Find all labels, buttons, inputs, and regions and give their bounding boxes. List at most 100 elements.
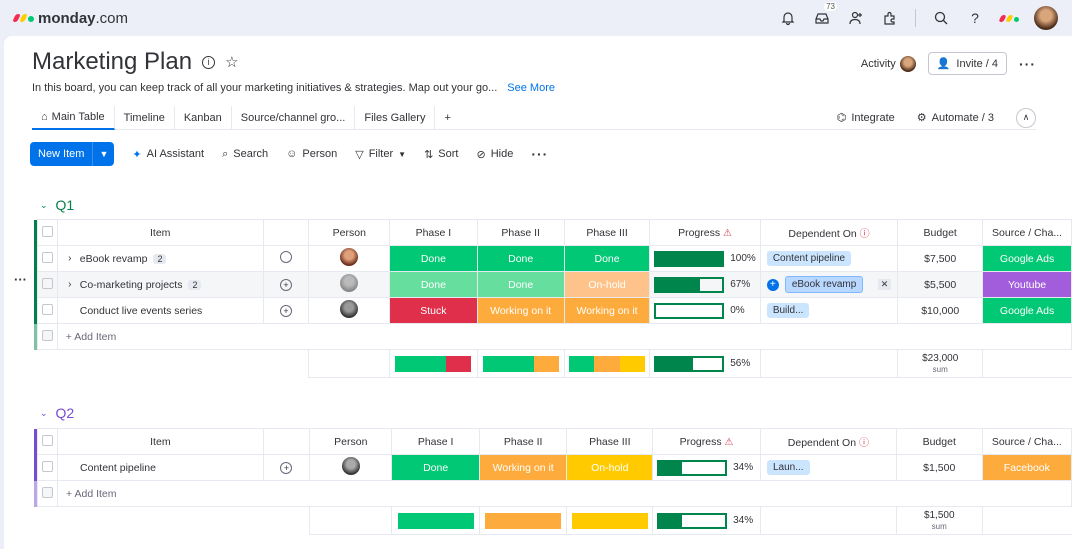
dependency-chip[interactable]: Content pipeline bbox=[766, 251, 852, 266]
updates-cell[interactable]: + bbox=[262, 454, 311, 481]
person-avatar[interactable] bbox=[340, 248, 359, 266]
ai-assistant-button[interactable]: ✦ AI Assistant bbox=[132, 148, 204, 161]
add-update-icon[interactable]: + bbox=[280, 278, 293, 291]
chevron-right-icon[interactable]: › bbox=[66, 279, 74, 290]
person-cell[interactable] bbox=[308, 245, 391, 272]
column-header-progress[interactable]: Progress ⚠ bbox=[652, 428, 761, 455]
subitem-count[interactable]: 2 bbox=[188, 279, 202, 290]
column-header-budget[interactable]: Budget bbox=[895, 428, 983, 455]
person-filter-button[interactable]: ☺ Person bbox=[286, 148, 337, 160]
conversation-icon[interactable] bbox=[280, 251, 293, 263]
column-header-phase1[interactable]: Phase I bbox=[389, 219, 478, 246]
phase3-cell[interactable]: Done bbox=[563, 245, 651, 272]
phase3-cell[interactable]: Working on it bbox=[563, 297, 651, 324]
column-header-phase2[interactable]: Phase II bbox=[476, 219, 565, 246]
row-checkbox[interactable] bbox=[37, 454, 59, 481]
search-button[interactable]: ⌕ Search bbox=[222, 148, 268, 161]
add-item-row[interactable]: + Add Item bbox=[34, 480, 1072, 507]
phase1-cell[interactable]: Stuck bbox=[389, 297, 478, 324]
dependency-chip[interactable]: eBook revamp bbox=[784, 276, 864, 293]
column-header-source[interactable]: Source / Cha... bbox=[982, 219, 1072, 246]
group-header-q2[interactable]: ⌄ Q2 bbox=[40, 405, 74, 421]
chevron-down-icon[interactable]: ⌄ bbox=[40, 200, 48, 211]
row-more-options-icon[interactable]: ··· bbox=[14, 272, 27, 287]
add-view-button[interactable]: + bbox=[435, 106, 459, 130]
filter-button[interactable]: ▽ Filter ▼ bbox=[355, 148, 406, 161]
activity-button[interactable]: Activity bbox=[861, 55, 916, 72]
table-row[interactable]: › eBook revamp 2 Done Done Done 100% Conte… bbox=[34, 245, 1072, 272]
source-cell[interactable]: Google Ads bbox=[982, 297, 1072, 324]
person-avatar[interactable] bbox=[340, 274, 359, 292]
column-header-progress[interactable]: Progress ⚠ bbox=[649, 219, 761, 246]
column-header-budget[interactable]: Budget bbox=[897, 219, 984, 246]
board-title[interactable]: Marketing Plan bbox=[32, 48, 192, 76]
updates-cell[interactable]: + bbox=[262, 297, 310, 324]
dependent-on-cell[interactable]: Content pipeline bbox=[759, 245, 899, 272]
column-header-dependent-on[interactable]: Dependent On ⓘ bbox=[759, 219, 899, 246]
phase1-cell[interactable]: Done bbox=[389, 271, 478, 298]
group-header-q1[interactable]: ⌄ Q1 bbox=[40, 197, 74, 213]
tab-kanban[interactable]: Kanban bbox=[175, 105, 232, 130]
tab-files-gallery[interactable]: Files Gallery bbox=[355, 105, 436, 130]
column-header-phase2[interactable]: Phase II bbox=[478, 428, 568, 455]
table-row[interactable]: Conduct live events series + Stuck Worki… bbox=[34, 297, 1072, 324]
budget-cell[interactable]: $1,500 bbox=[895, 454, 983, 481]
bell-icon[interactable] bbox=[779, 9, 797, 27]
dependency-chip[interactable]: Laun... bbox=[766, 460, 810, 475]
budget-cell[interactable]: $10,000 bbox=[897, 297, 984, 324]
group-title[interactable]: Q2 bbox=[56, 405, 75, 421]
updates-cell[interactable]: + bbox=[262, 271, 310, 298]
add-update-icon[interactable]: + bbox=[280, 304, 293, 317]
source-cell[interactable]: Youtube bbox=[982, 271, 1072, 298]
invite-button[interactable]: 👤 Invite / 4 bbox=[927, 52, 1007, 75]
add-item-input[interactable]: + Add Item bbox=[56, 323, 1072, 350]
add-item-input[interactable]: + Add Item bbox=[57, 480, 1072, 507]
item-cell[interactable]: Conduct live events series bbox=[56, 297, 264, 324]
dependency-chip[interactable]: Build... bbox=[766, 303, 810, 318]
add-dependency-icon[interactable]: + bbox=[766, 278, 779, 291]
info-icon[interactable]: i bbox=[202, 55, 216, 69]
dependent-on-cell[interactable]: + eBook revamp ✕ bbox=[759, 271, 899, 298]
column-header-phase3[interactable]: Phase III bbox=[566, 428, 654, 455]
add-item-row[interactable]: + Add Item bbox=[34, 323, 1072, 350]
sort-button[interactable]: ⇅ Sort bbox=[424, 148, 458, 161]
select-all-checkbox[interactable] bbox=[37, 428, 59, 455]
integrate-button[interactable]: ⌬ Integrate bbox=[837, 111, 895, 125]
phase2-cell[interactable]: Working on it bbox=[478, 454, 568, 481]
source-cell[interactable]: Google Ads bbox=[982, 245, 1072, 272]
table-row[interactable]: Content pipeline + Done Working on it On… bbox=[34, 454, 1072, 481]
table-row[interactable]: › Co-marketing projects 2 + Done Done On-h… bbox=[34, 271, 1072, 298]
chevron-down-icon[interactable]: ⌄ bbox=[40, 408, 48, 419]
search-icon[interactable] bbox=[932, 9, 950, 27]
phase1-cell[interactable]: Done bbox=[391, 454, 480, 481]
more-options-icon[interactable]: ··· bbox=[1019, 56, 1036, 72]
column-header-person[interactable]: Person bbox=[308, 219, 391, 246]
workspace-logo-icon[interactable] bbox=[997, 9, 1019, 27]
item-name[interactable]: eBook revamp bbox=[80, 253, 148, 265]
phase3-cell[interactable]: On-hold bbox=[566, 454, 654, 481]
budget-cell[interactable]: $5,500 bbox=[897, 271, 984, 298]
person-cell[interactable] bbox=[308, 271, 391, 298]
item-name[interactable]: Content pipeline bbox=[80, 462, 156, 474]
dependent-on-cell[interactable]: Build... bbox=[759, 297, 899, 324]
collapse-header-icon[interactable]: ∧ bbox=[1016, 107, 1036, 128]
monday-logo[interactable]: monday.com bbox=[12, 10, 128, 27]
apps-puzzle-icon[interactable] bbox=[881, 9, 899, 27]
person-avatar[interactable] bbox=[340, 300, 359, 318]
column-header-dependent-on[interactable]: Dependent On ⓘ bbox=[759, 428, 897, 455]
row-checkbox[interactable] bbox=[37, 271, 58, 298]
updates-cell[interactable] bbox=[262, 245, 310, 272]
chevron-down-icon[interactable]: ▼ bbox=[93, 149, 114, 159]
column-header-phase3[interactable]: Phase III bbox=[563, 219, 651, 246]
item-cell[interactable]: › eBook revamp 2 bbox=[56, 245, 264, 272]
column-header-person[interactable]: Person bbox=[309, 428, 393, 455]
automate-button[interactable]: ⚙ Automate / 3 bbox=[917, 111, 994, 125]
remove-dependency-icon[interactable]: ✕ bbox=[877, 279, 892, 290]
item-cell[interactable]: › Co-marketing projects 2 bbox=[56, 271, 264, 298]
column-header-item[interactable]: Item bbox=[56, 219, 264, 246]
see-more-link[interactable]: See More bbox=[507, 82, 555, 94]
tab-main-table[interactable]: ⌂ Main Table bbox=[32, 105, 115, 130]
person-avatar[interactable] bbox=[341, 457, 360, 475]
phase3-cell[interactable]: On-hold bbox=[563, 271, 651, 298]
tab-source-channel[interactable]: Source/channel gro... bbox=[232, 105, 356, 130]
